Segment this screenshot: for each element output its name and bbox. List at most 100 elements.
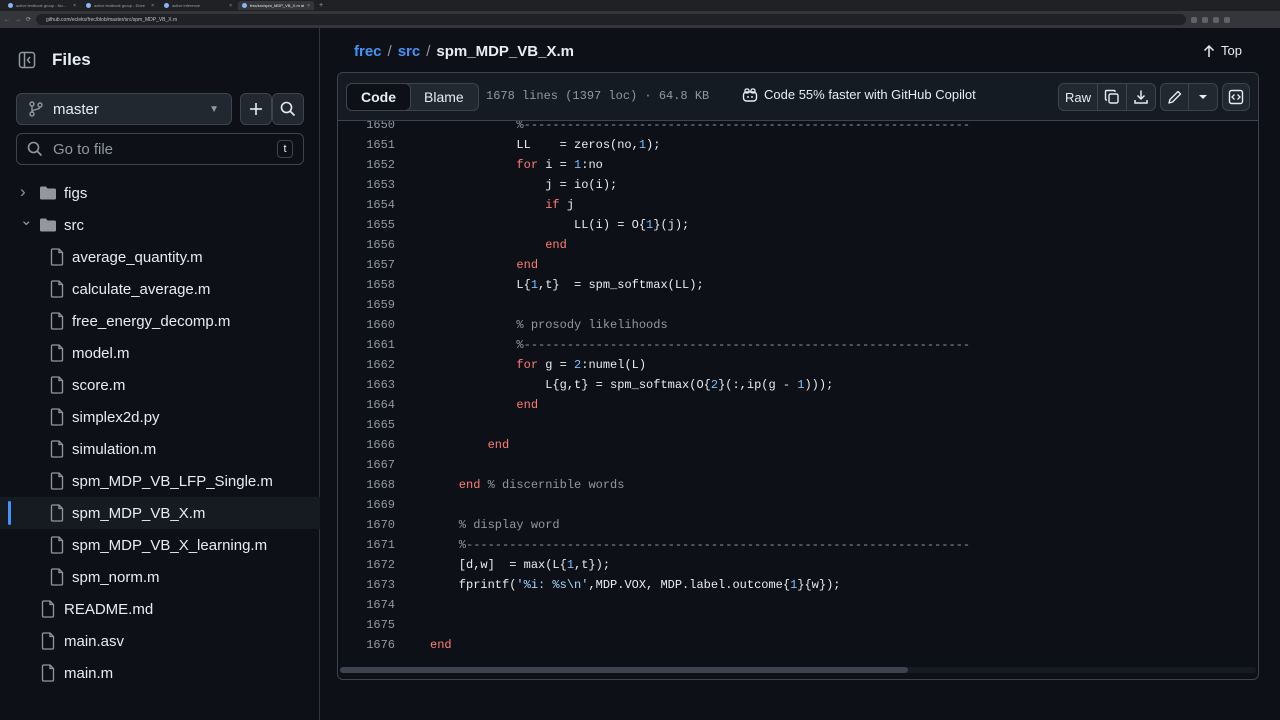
line-number[interactable]: 1666 [338, 438, 395, 452]
tree-file[interactable]: free_energy_decomp.m [0, 305, 320, 337]
breadcrumb-repo-link[interactable]: frec [354, 43, 382, 60]
tab-blame[interactable]: Blame [410, 84, 478, 110]
tree-file[interactable]: main.m [0, 657, 320, 689]
line-number[interactable]: 1650 [338, 121, 395, 132]
line-number[interactable]: 1675 [338, 618, 395, 632]
symbols-panel-button[interactable] [1222, 83, 1250, 111]
breadcrumb-folder-link[interactable]: src [398, 43, 421, 60]
extension-icon[interactable] [1191, 16, 1198, 23]
tree-folder[interactable]: ⌄ src [0, 209, 320, 241]
profile-icon[interactable] [1224, 16, 1231, 23]
line-number[interactable]: 1674 [338, 598, 395, 612]
line-number[interactable]: 1663 [338, 378, 395, 392]
search-icon [280, 101, 296, 117]
forward-icon[interactable]: → [15, 17, 21, 23]
line-source: end % discernible words [395, 478, 625, 492]
file-icon [50, 408, 64, 430]
close-tab-icon[interactable]: × [229, 3, 232, 9]
horizontal-scrollbar[interactable] [340, 667, 1256, 673]
tree-item-label: calculate_average.m [72, 280, 211, 298]
code-area[interactable]: 1650 %----------------------------------… [338, 121, 1258, 661]
code-token: :no [581, 158, 603, 172]
browser-tab[interactable]: active inference × [160, 1, 236, 10]
tree-file[interactable]: simulation.m [0, 433, 320, 465]
line-number[interactable]: 1665 [338, 418, 395, 432]
raw-button[interactable]: Raw [1059, 84, 1099, 110]
line-number[interactable]: 1670 [338, 518, 395, 532]
close-tab-icon[interactable]: × [151, 3, 154, 9]
extension-icon[interactable] [1213, 16, 1220, 23]
browser-window: active textbook group - No... × active tex… [0, 0, 1280, 720]
collapse-sidebar-icon[interactable] [18, 51, 36, 69]
line-number[interactable]: 1657 [338, 258, 395, 272]
copy-icon [1104, 89, 1120, 105]
file-icon [50, 568, 64, 590]
tree-file[interactable]: spm_MDP_VB_X_learning.m [0, 529, 320, 561]
code-token: j [559, 198, 575, 212]
tree-file[interactable]: spm_MDP_VB_X.m [0, 497, 320, 529]
browser-tab[interactable]: active textbook group - Drive × [82, 1, 158, 10]
close-tab-icon[interactable]: × [307, 3, 310, 9]
search-code-button[interactable] [272, 93, 304, 125]
line-number[interactable]: 1658 [338, 278, 395, 292]
code-line: 1657 end [338, 255, 1258, 275]
new-tab-button[interactable]: + [319, 2, 323, 9]
line-number[interactable]: 1676 [338, 638, 395, 652]
tree-file[interactable]: spm_norm.m [0, 561, 320, 593]
tree-file[interactable]: spm_MDP_VB_LFP_Single.m [0, 465, 320, 497]
tree-file[interactable]: calculate_average.m [0, 273, 320, 305]
plus-icon [248, 101, 264, 117]
tree-file[interactable]: simplex2d.py [0, 401, 320, 433]
browser-tab[interactable]: active textbook group - No... × [4, 1, 80, 10]
tree-file[interactable]: average_quantity.m [0, 241, 320, 273]
add-file-button[interactable] [240, 93, 272, 125]
line-number[interactable]: 1662 [338, 358, 395, 372]
code-line: 1654 if j [338, 195, 1258, 215]
tree-file[interactable]: README.md [0, 593, 320, 625]
code-token: g = [538, 358, 575, 372]
line-number[interactable]: 1659 [338, 298, 395, 312]
line-number[interactable]: 1668 [338, 478, 395, 492]
line-number[interactable]: 1654 [338, 198, 395, 212]
tree-file[interactable]: score.m [0, 369, 320, 401]
line-number[interactable]: 1661 [338, 338, 395, 352]
line-number[interactable]: 1660 [338, 318, 395, 332]
back-to-top-button[interactable]: Top [1203, 43, 1242, 58]
line-number[interactable]: 1653 [338, 178, 395, 192]
line-number[interactable]: 1669 [338, 498, 395, 512]
line-number[interactable]: 1673 [338, 578, 395, 592]
tree-file[interactable]: model.m [0, 337, 320, 369]
branch-selector[interactable]: master ▼ [16, 93, 232, 125]
line-number[interactable]: 1655 [338, 218, 395, 232]
line-number[interactable]: 1656 [338, 238, 395, 252]
line-number[interactable]: 1651 [338, 138, 395, 152]
line-number[interactable]: 1652 [338, 158, 395, 172]
tree-item-label: figs [64, 184, 88, 202]
line-number[interactable]: 1667 [338, 458, 395, 472]
copilot-promo[interactable]: Code 55% faster with GitHub Copilot [742, 87, 976, 102]
extension-icon[interactable] [1202, 16, 1209, 23]
scrollbar-thumb[interactable] [340, 667, 908, 673]
close-tab-icon[interactable]: × [73, 3, 76, 9]
back-icon[interactable]: ← [4, 17, 10, 23]
tree-folder[interactable]: › figs [0, 177, 320, 209]
pencil-icon [1167, 89, 1183, 105]
chevron-down-icon[interactable]: ⌄ [20, 211, 33, 229]
code-token: %---------------------------------------… [430, 338, 971, 352]
line-number[interactable]: 1672 [338, 558, 395, 572]
copy-raw-button[interactable] [1098, 84, 1128, 110]
address-bar[interactable]: github.com/ecleks/frec/blob/master/src/s… [36, 14, 1187, 25]
edit-file-button[interactable] [1161, 84, 1189, 110]
tree-file[interactable]: main.asv [0, 625, 320, 657]
chevron-right-icon[interactable]: › [20, 182, 26, 202]
go-to-file-input[interactable]: Go to file t [16, 133, 304, 165]
line-number[interactable]: 1671 [338, 538, 395, 552]
code-token: for [430, 358, 539, 372]
reload-icon[interactable]: ⟳ [26, 16, 31, 23]
line-number[interactable]: 1664 [338, 398, 395, 412]
tab-code[interactable]: Code [346, 83, 411, 111]
edit-options-button[interactable] [1189, 84, 1217, 110]
browser-tab[interactable]: frec/src/spm_MDP_VB_X.m at... × [238, 1, 314, 10]
code-token: :numel(L) [581, 358, 647, 372]
download-button[interactable] [1127, 84, 1155, 110]
